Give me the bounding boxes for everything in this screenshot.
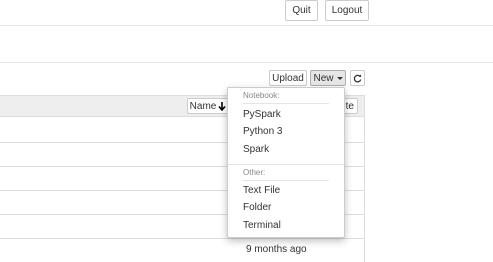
menu-item-spark[interactable]: Spark	[243, 144, 269, 155]
toolbar-divider	[0, 62, 493, 63]
last-modified-label: te	[345, 100, 354, 112]
new-button[interactable]: New	[310, 70, 346, 86]
caret-down-icon	[336, 76, 343, 80]
file-list-right-border	[364, 117, 365, 262]
name-column-label: Name	[189, 100, 217, 112]
notebook-section-header: Notebook:	[243, 91, 280, 100]
new-dropdown-menu: Notebook: PySpark Python 3 Spark Other: …	[227, 87, 345, 238]
logout-button[interactable]: Logout	[325, 0, 369, 21]
menu-item-pyspark[interactable]: PySpark	[243, 109, 281, 120]
other-section-header: Other:	[243, 168, 266, 177]
menu-item-text-file[interactable]: Text File	[243, 185, 280, 196]
menu-item-python3[interactable]: Python 3	[243, 126, 282, 137]
upload-button[interactable]: Upload	[269, 70, 307, 86]
table-row-modified: 9 months ago	[246, 244, 307, 255]
notebook-header-underline	[243, 103, 329, 104]
sort-by-name-button[interactable]: Name	[187, 98, 229, 114]
header-divider	[0, 25, 493, 26]
refresh-button[interactable]	[350, 70, 365, 86]
arrow-down-icon	[218, 101, 226, 111]
menu-item-folder[interactable]: Folder	[243, 202, 271, 213]
quit-button[interactable]: Quit	[285, 0, 318, 21]
menu-item-terminal[interactable]: Terminal	[243, 220, 281, 231]
table-row-divider	[0, 238, 365, 239]
other-header-underline	[243, 180, 329, 181]
new-button-label: New	[313, 72, 334, 84]
refresh-icon	[353, 74, 362, 82]
menu-divider	[228, 164, 344, 165]
